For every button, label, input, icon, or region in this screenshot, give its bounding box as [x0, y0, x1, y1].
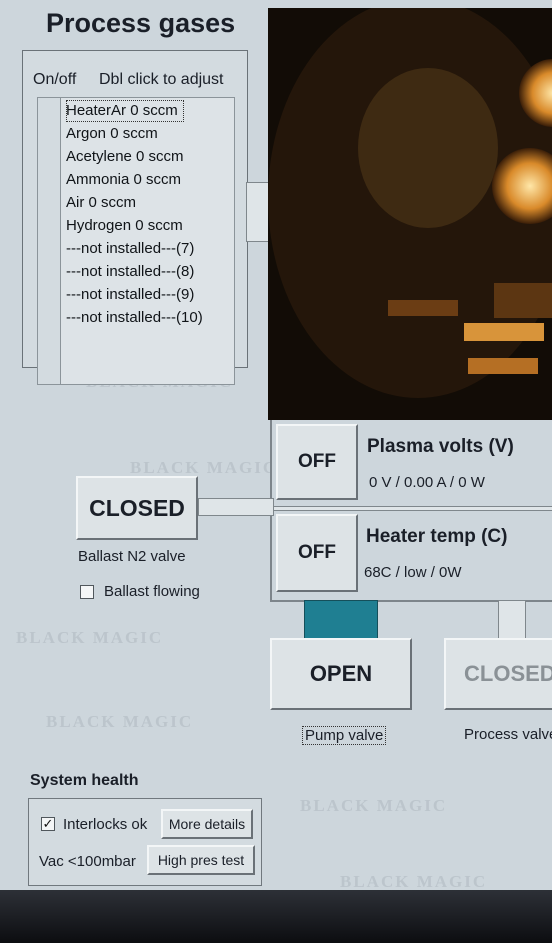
- ballast-valve-button[interactable]: CLOSED: [76, 476, 198, 540]
- pump-pipe-active: [304, 600, 378, 640]
- vac-label: Vac <100mbar: [39, 853, 136, 870]
- app-window: BLACK MAGIC BLACK MAGIC BLACK MAGIC BLAC…: [0, 0, 552, 890]
- heater-off-button[interactable]: OFF: [276, 514, 358, 592]
- ballast-valve-label: Ballast N2 valve: [78, 548, 186, 565]
- ballast-flowing-label: Ballast flowing: [104, 583, 200, 600]
- chamber-camera-view: [268, 8, 552, 420]
- process-pipe: [498, 600, 526, 640]
- more-details-button[interactable]: More details: [161, 809, 253, 839]
- watermark: BLACK MAGIC: [340, 872, 488, 890]
- plasma-readout: 0 V / 0.00 A / 0 W: [369, 474, 485, 491]
- watermark: BLACK MAGIC: [130, 458, 278, 477]
- panel-divider: [270, 506, 552, 511]
- plasma-volts-title: Plasma volts (V): [367, 436, 514, 457]
- interlocks-label: Interlocks ok: [63, 816, 148, 833]
- watermark: BLACK MAGIC: [46, 712, 194, 731]
- adjust-hint-header: Dbl click to adjust: [99, 71, 224, 88]
- pump-valve-label: Pump valve: [302, 726, 387, 745]
- monitor-bezel: [0, 890, 552, 943]
- watermark: BLACK MAGIC: [300, 796, 448, 815]
- process-valve-button[interactable]: CLOSED: [444, 638, 552, 710]
- high-pres-test-button[interactable]: High pres test: [147, 845, 255, 875]
- onoff-header: On/off: [33, 71, 77, 88]
- gas-item[interactable]: ---not installed---(8): [66, 261, 194, 283]
- gas-item[interactable]: Ammonia 0 sccm: [66, 169, 181, 191]
- camera-image: [268, 8, 552, 420]
- gas-item[interactable]: Hydrogen 0 sccm: [66, 215, 183, 237]
- gas-item[interactable]: HeaterAr 0 sccm: [66, 100, 184, 122]
- gas-item[interactable]: Argon 0 sccm: [66, 123, 158, 145]
- gas-item[interactable]: ---not installed---(7): [66, 238, 194, 260]
- gas-item[interactable]: Acetylene 0 sccm: [66, 146, 184, 168]
- gas-pipe: [246, 182, 270, 242]
- gas-item[interactable]: ---not installed---(10): [66, 307, 203, 329]
- system-health-title: System health: [30, 772, 139, 789]
- gas-item[interactable]: Air 0 sccm: [66, 192, 136, 214]
- watermark: BLACK MAGIC: [16, 628, 164, 647]
- heater-temp-title: Heater temp (C): [366, 526, 508, 547]
- ballast-pipe: [198, 498, 274, 516]
- gas-list[interactable]: HeaterAr 0 sccm Argon 0 sccm Acetylene 0…: [37, 97, 235, 385]
- system-health-panel: ✓ Interlocks ok More details Vac <100mba…: [28, 798, 262, 886]
- ballast-flowing-checkbox[interactable]: [80, 585, 94, 599]
- pump-valve-button[interactable]: OPEN: [270, 638, 412, 710]
- plasma-off-button[interactable]: OFF: [276, 424, 358, 500]
- onoff-column[interactable]: [38, 98, 61, 384]
- process-valve-label: Process valve: [464, 726, 552, 743]
- gas-item[interactable]: ---not installed---(9): [66, 284, 194, 306]
- interlocks-checkbox[interactable]: ✓: [41, 817, 55, 831]
- process-gases-title: Process gases: [46, 8, 236, 38]
- process-gases-panel: On/off Dbl click to adjust HeaterAr 0 sc…: [22, 50, 248, 385]
- heater-readout: 68C / low / 0W: [364, 564, 462, 581]
